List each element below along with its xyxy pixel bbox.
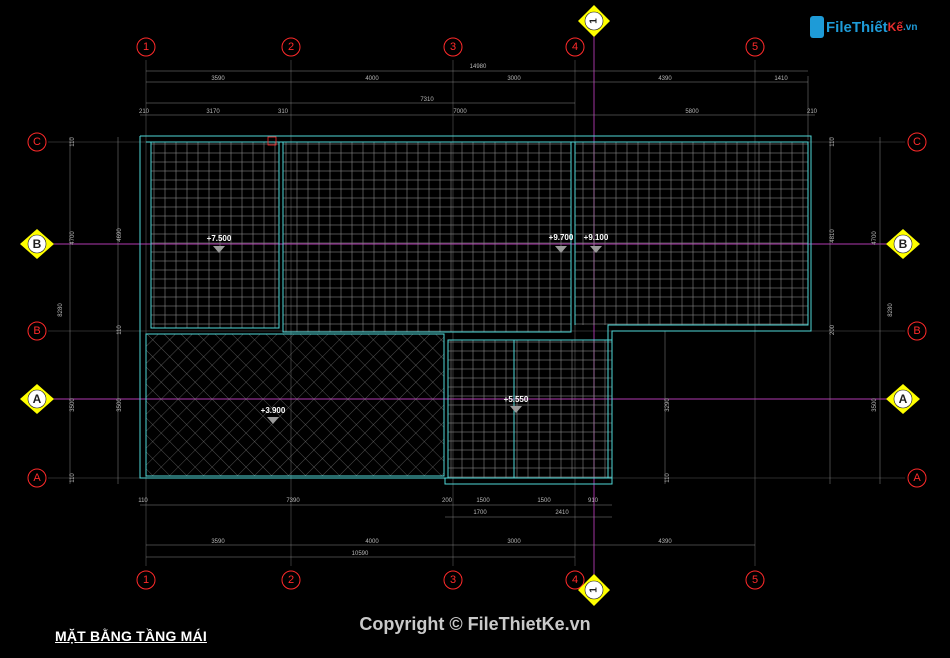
grid-label-bottom-4: 4 xyxy=(572,574,578,586)
dim-top: 210 xyxy=(807,109,818,115)
grid-label-top-3: 3 xyxy=(450,41,456,53)
dim-left: 110 xyxy=(70,473,76,483)
dim-top-sub: 7310 xyxy=(420,97,434,103)
dim-bottom: 7390 xyxy=(286,498,300,504)
dim-bottom: 3590 xyxy=(211,539,225,545)
dim-bottom: 200 xyxy=(442,498,453,504)
roof-area-bottom-middle xyxy=(448,340,612,478)
grid-label-left-b: B xyxy=(33,325,40,337)
brand-logo: FileThiết Kế .vn xyxy=(810,12,917,42)
dim-top: 3170 xyxy=(206,109,220,115)
grid-label-left-a: A xyxy=(33,472,41,484)
logo-suffix: .vn xyxy=(903,21,918,33)
logo-icon xyxy=(810,16,824,38)
grid-label-left-c: C xyxy=(33,136,41,148)
dim-bottom: 1500 xyxy=(537,498,551,504)
dim-right: 8280 xyxy=(888,303,894,317)
dim-right: 4700 xyxy=(872,231,878,245)
dim-bottom: 3000 xyxy=(507,539,521,545)
logo-accent: Kế xyxy=(887,20,904,34)
elevation-label: +9.700 xyxy=(549,233,574,242)
dim-top: 7000 xyxy=(453,109,467,115)
dim-right: 3290 xyxy=(665,398,671,412)
dim-left: 3500 xyxy=(117,398,123,412)
grid-label-right-c: C xyxy=(913,136,921,148)
roof-area-top-middle xyxy=(283,142,571,332)
logo-text: FileThiết xyxy=(826,18,888,36)
grid-label-right-a: A xyxy=(913,472,921,484)
section-number-bottom: 1 xyxy=(589,587,600,593)
dim-top: 210 xyxy=(139,109,150,115)
dim-top: 3000 xyxy=(507,76,521,82)
dim-left: 110 xyxy=(70,137,76,147)
dim-left: 8280 xyxy=(58,303,64,317)
grid-label-right-b: B xyxy=(913,325,920,337)
roof-area-bottom-left xyxy=(146,334,444,476)
section-label-b-left: B xyxy=(33,237,42,251)
dim-top-overall: 14980 xyxy=(470,64,487,70)
bottom-dimension-lines xyxy=(140,504,755,558)
dim-bottom-overall: 10590 xyxy=(352,551,369,557)
section-label-a-right: A xyxy=(899,392,908,406)
top-dimension-lines xyxy=(140,70,815,140)
dim-bottom: 110 xyxy=(138,498,148,504)
dim-left: 4690 xyxy=(117,228,123,242)
elevation-label: +3.900 xyxy=(261,406,286,415)
dim-top: 4000 xyxy=(365,76,379,82)
roof-area-top-right xyxy=(575,142,808,325)
grid-label-bottom-2: 2 xyxy=(288,574,294,586)
dim-left: 4700 xyxy=(70,231,76,245)
dim-bottom: 910 xyxy=(588,498,599,504)
dim-top: 1410 xyxy=(774,76,788,82)
grid-label-top-5: 5 xyxy=(752,41,758,53)
dim-bottom: 1700 xyxy=(473,510,487,516)
dim-right: 200 xyxy=(830,324,836,335)
grid-label-top-4: 4 xyxy=(572,41,578,53)
dim-top: 5800 xyxy=(685,109,699,115)
dim-bottom: 4000 xyxy=(365,539,379,545)
cad-drawing: +7.500 +9.700 +9.100 +3.900 +5.550 1 2 3… xyxy=(20,5,927,606)
dim-right: 110 xyxy=(830,137,836,147)
elevation-label: +9.100 xyxy=(584,233,609,242)
section-label-a-left: A xyxy=(33,392,42,406)
elevation-label: +5.550 xyxy=(504,395,529,404)
dim-left: 3500 xyxy=(70,398,76,412)
elevation-label: +7.500 xyxy=(207,234,232,243)
grid-label-bottom-5: 5 xyxy=(752,574,758,586)
section-number-top: 1 xyxy=(589,18,600,24)
dim-bottom: 1500 xyxy=(476,498,490,504)
dim-left: 110 xyxy=(117,325,123,335)
grid-label-top-1: 1 xyxy=(143,41,149,53)
grid-label-top-2: 2 xyxy=(288,41,294,53)
dim-bottom: 4390 xyxy=(658,539,672,545)
dim-top: 4390 xyxy=(658,76,672,82)
dim-bottom: 2410 xyxy=(555,510,569,516)
grid-label-bottom-3: 3 xyxy=(450,574,456,586)
dim-top: 3590 xyxy=(211,76,225,82)
roof-areas xyxy=(146,142,808,478)
dim-top: 310 xyxy=(278,109,289,115)
plan-title: MẶT BẰNG TẦNG MÁI xyxy=(55,628,207,644)
grid-label-bottom-1: 1 xyxy=(143,574,149,586)
section-label-b-right: B xyxy=(899,237,908,251)
dim-right: 110 xyxy=(665,473,671,483)
dim-right: 4810 xyxy=(830,229,836,243)
dim-right: 3500 xyxy=(872,398,878,412)
